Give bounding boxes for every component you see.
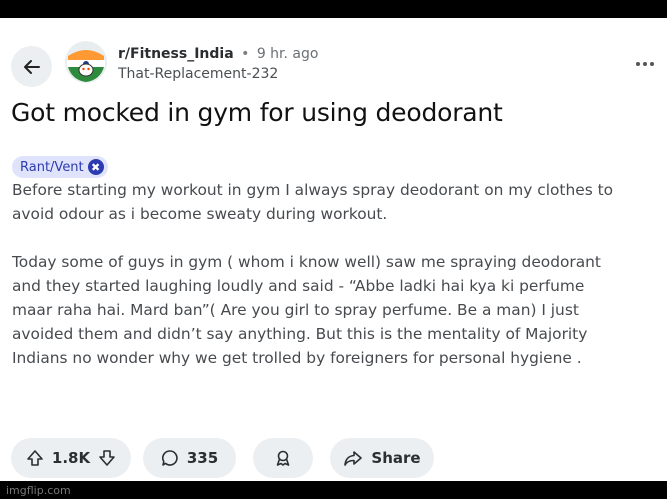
body-line: and they started laughing loudly and sai…	[12, 277, 585, 295]
back-button[interactable]	[11, 46, 52, 87]
comment-icon	[161, 450, 178, 466]
post-title: Got mocked in gym for using deodorant	[11, 98, 503, 127]
post-card: r/Fitness_India • 9 hr. ago That-Replace…	[0, 18, 667, 481]
body-line: avoided them and didn’t say anything. Bu…	[12, 325, 588, 343]
award-button[interactable]	[253, 438, 313, 478]
downvote-icon[interactable]	[98, 449, 116, 467]
back-arrow-icon	[23, 59, 40, 74]
post-meta: r/Fitness_India • 9 hr. ago That-Replace…	[118, 44, 318, 84]
comments-button[interactable]: 335	[143, 438, 236, 478]
watermark: imgflip.com	[6, 484, 71, 497]
share-icon	[344, 451, 363, 466]
comment-count: 335	[186, 449, 219, 467]
flair-label: Rant/Vent	[20, 159, 84, 175]
body-line: Today some of guys in gym ( whom i know …	[12, 253, 601, 271]
post-flair[interactable]: Rant/Vent ✖	[12, 156, 108, 178]
subreddit-avatar-icon[interactable]	[64, 40, 108, 84]
post-time: 9 hr. ago	[256, 46, 319, 62]
subreddit-name[interactable]: r/Fitness_India	[118, 46, 234, 62]
more-options-icon[interactable]	[636, 62, 654, 66]
body-line: avoid odour as i become sweaty during wo…	[12, 205, 388, 223]
meta-separator: •	[241, 46, 250, 62]
vote-control: 1.8K	[11, 438, 131, 478]
body-line: Indians no wonder why we get trolled by …	[12, 349, 582, 367]
post-author[interactable]: That-Replacement-232	[118, 64, 318, 84]
body-line: maar raha hai. Mard ban”( Are you girl t…	[12, 301, 579, 319]
share-label: Share	[371, 449, 421, 467]
flair-icon: ✖	[87, 159, 104, 175]
post-body: Before starting my workout in gym I alwa…	[12, 178, 662, 370]
share-button[interactable]: Share	[330, 438, 434, 478]
body-line: Before starting my workout in gym I alwa…	[12, 181, 614, 199]
upvote-icon[interactable]	[26, 449, 44, 467]
vote-count: 1.8K	[51, 449, 91, 467]
award-icon	[276, 450, 290, 466]
